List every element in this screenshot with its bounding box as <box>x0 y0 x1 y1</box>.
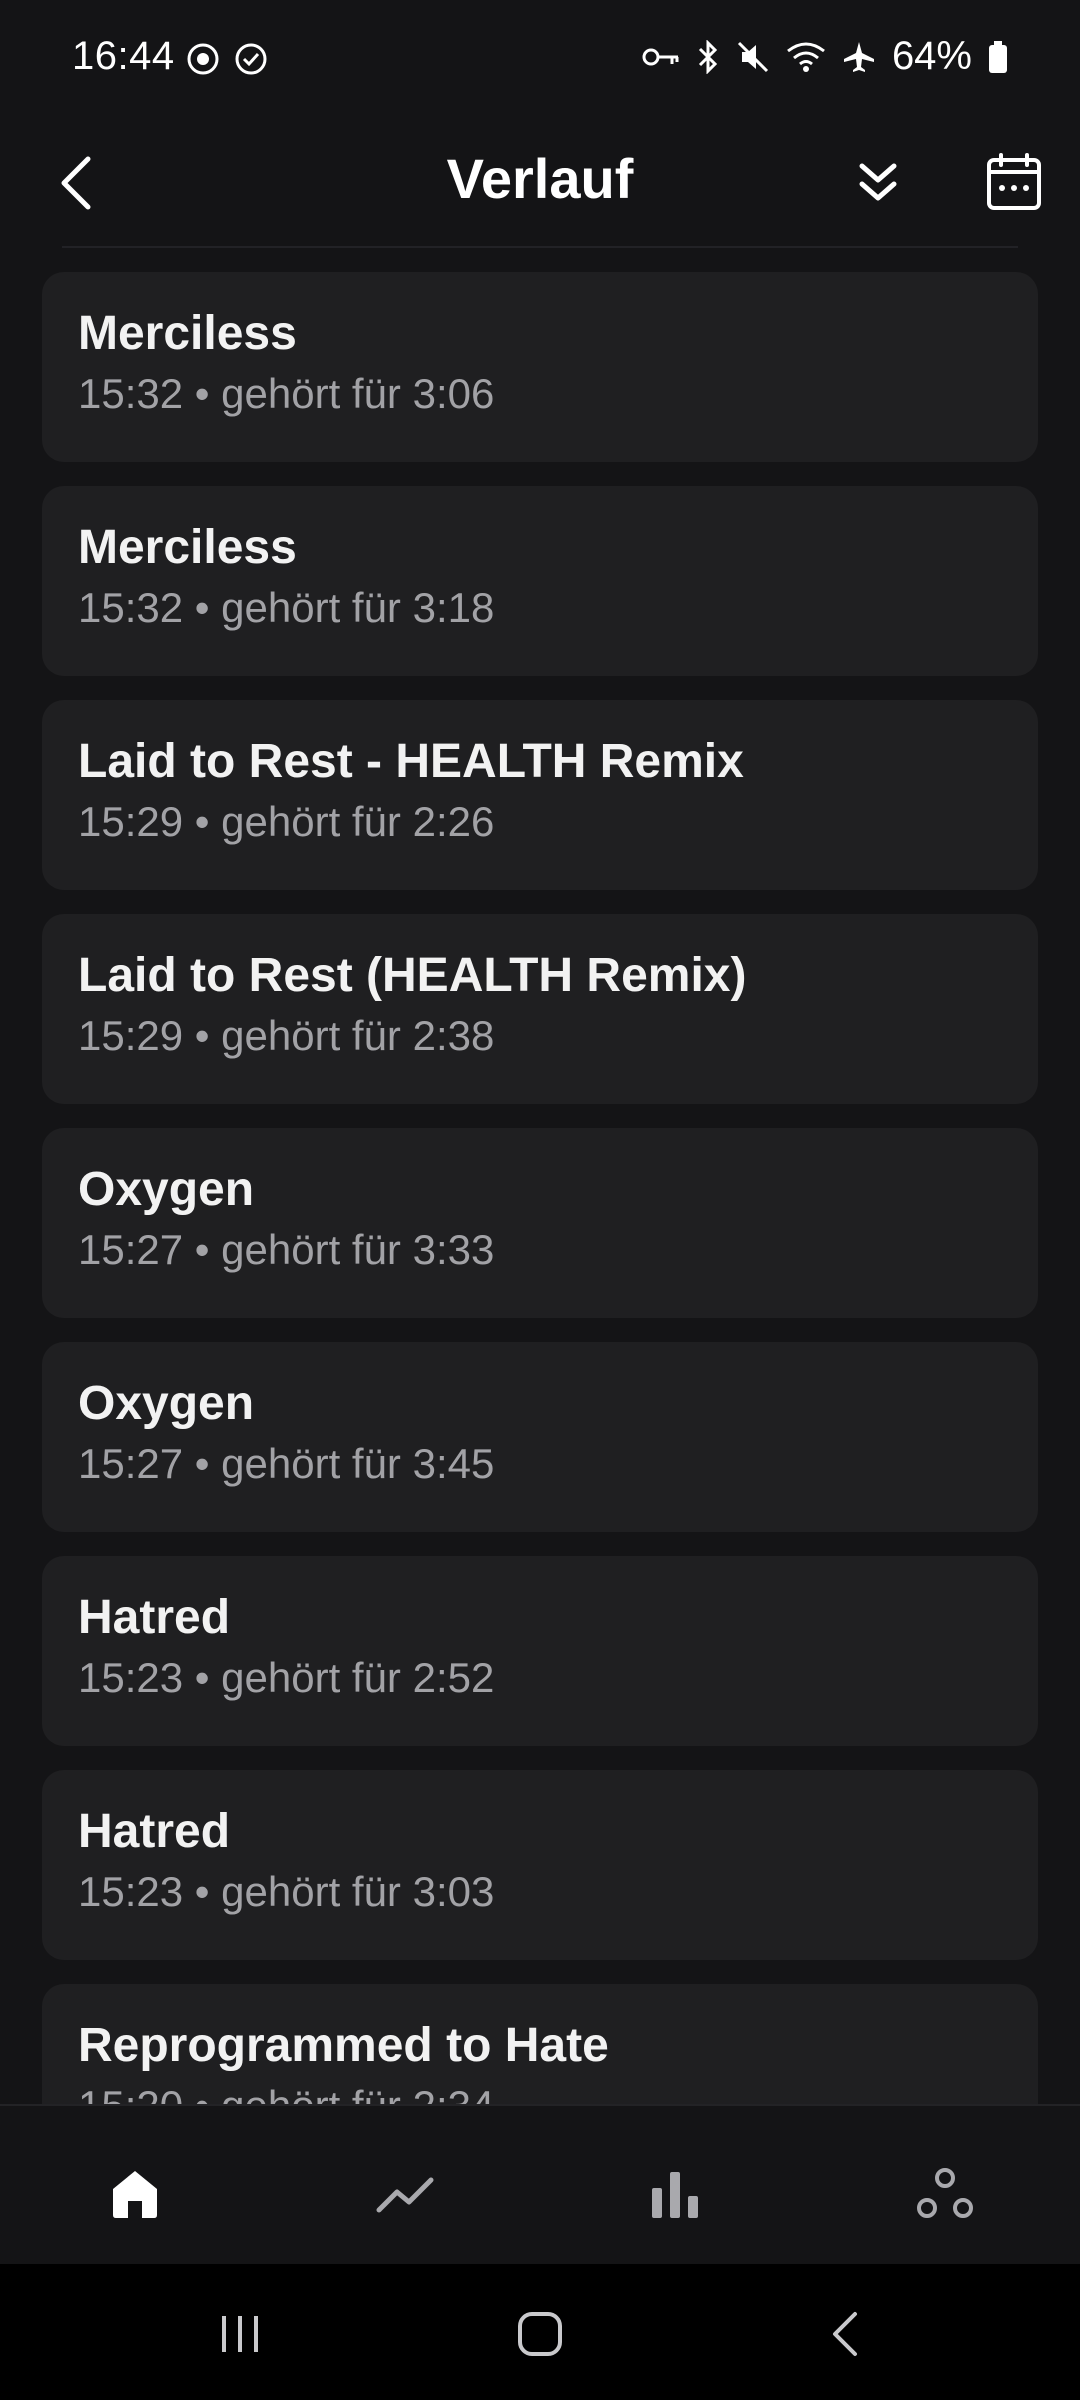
wifi-icon <box>786 41 826 73</box>
track-title: Oxygen <box>78 1163 255 1216</box>
privacy-icon <box>186 42 220 81</box>
track-subtitle: 15:23 • gehört für 2:52 <box>78 1654 495 1701</box>
mute-icon <box>736 40 770 74</box>
track-subtitle: 15:29 • gehört für 2:38 <box>78 1012 495 1059</box>
nav-stats[interactable] <box>635 2154 715 2234</box>
track-title: Laid to Rest (HEALTH Remix) <box>78 949 747 1002</box>
status-notification-icons <box>186 42 268 81</box>
double-chevron-down-icon <box>859 163 897 201</box>
status-time: 16:44 <box>72 34 175 78</box>
history-item[interactable]: Reprogrammed to Hate 15:20 • gehört für … <box>42 1984 1038 2104</box>
track-subtitle: 15:32 • gehört für 3:18 <box>78 584 495 631</box>
track-title: Laid to Rest - HEALTH Remix <box>78 735 744 788</box>
history-item[interactable]: Oxygen 15:27 • gehört für 3:45 <box>42 1342 1038 1532</box>
track-subtitle: 15:20 • gehört für 2:34 <box>78 2080 1002 2104</box>
bottom-navigation <box>0 2104 1080 2266</box>
track-title: Oxygen <box>78 1377 255 1430</box>
bluetooth-icon <box>696 39 720 74</box>
app-header: Verlauf <box>0 118 1080 248</box>
history-item[interactable]: Laid to Rest (HEALTH Remix) 15:29 • gehö… <box>42 914 1038 1104</box>
calendar-icon <box>987 153 1041 210</box>
social-icon <box>917 2168 973 2218</box>
track-title: Hatred <box>78 1805 231 1858</box>
track-title: Merciless <box>78 307 297 360</box>
battery-level: 64% <box>891 34 972 78</box>
status-system-icons: 64% <box>642 34 1008 79</box>
home-icon <box>113 2171 157 2218</box>
history-item[interactable]: Hatred 15:23 • gehört für 2:52 <box>42 1556 1038 1746</box>
home-system-button[interactable] <box>500 2304 580 2364</box>
trend-icon <box>376 2177 434 2213</box>
airplane-icon <box>842 40 876 74</box>
recent-apps-icon <box>222 2316 258 2352</box>
history-item[interactable]: Oxygen 15:27 • gehört für 3:33 <box>42 1128 1038 1318</box>
track-title: Reprogrammed to Hate <box>78 2019 609 2072</box>
home-square-icon <box>518 2312 562 2356</box>
status-bar: 16:44 64% <box>0 0 1080 118</box>
header-divider <box>62 246 1018 248</box>
track-subtitle: 15:23 • gehört für 3:03 <box>78 1868 495 1915</box>
collapse-all-button[interactable] <box>840 138 916 228</box>
history-item[interactable]: Laid to Rest - HEALTH Remix 15:29 • gehö… <box>42 700 1038 890</box>
chevron-left-icon <box>833 2312 857 2356</box>
history-item[interactable]: Merciless 15:32 • gehört für 3:06 <box>42 272 1038 462</box>
track-subtitle: 15:32 • gehört für 3:06 <box>78 370 495 417</box>
nav-trends[interactable] <box>365 2154 445 2234</box>
nav-home[interactable] <box>95 2154 175 2234</box>
nav-social[interactable] <box>905 2154 985 2234</box>
history-item[interactable]: Merciless 15:32 • gehört für 3:18 <box>42 486 1038 676</box>
track-subtitle: 15:29 • gehört für 2:26 <box>78 798 495 845</box>
calendar-button[interactable] <box>976 134 1052 230</box>
page-title: Verlauf <box>446 147 634 210</box>
track-title: Hatred <box>78 1591 231 1644</box>
recent-apps-button[interactable] <box>200 2304 280 2364</box>
vpn-key-icon <box>642 45 680 69</box>
battery-icon <box>988 40 1008 74</box>
system-navigation-bar <box>0 2264 1080 2400</box>
history-list[interactable]: Merciless 15:32 • gehört für 3:06 Mercil… <box>42 272 1038 2104</box>
track-subtitle: 15:27 • gehört für 3:45 <box>78 1440 495 1487</box>
bar-chart-icon <box>652 2172 698 2218</box>
track-title: Merciless <box>78 521 297 574</box>
check-circle-icon <box>234 42 268 81</box>
system-back-button[interactable] <box>805 2304 885 2364</box>
track-subtitle: 15:27 • gehört für 3:33 <box>78 1226 495 1273</box>
history-item[interactable]: Hatred 15:23 • gehört für 3:03 <box>42 1770 1038 1960</box>
